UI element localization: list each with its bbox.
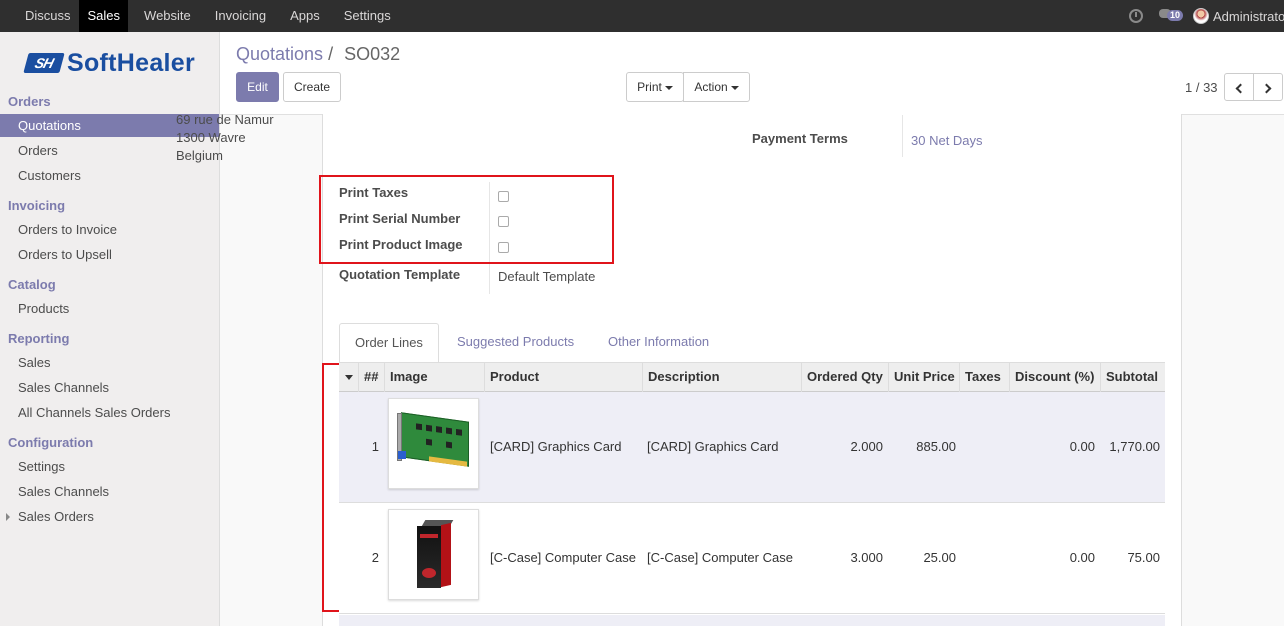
cell-unit-price: 885.00 [916, 439, 956, 454]
caret-down-icon [345, 375, 353, 380]
sidebar-section-reporting: Reporting [8, 331, 70, 346]
expand-caret-icon [6, 513, 10, 521]
sidebar-item-sales-orders-label: Sales Orders [18, 509, 94, 524]
tab-order-lines[interactable]: Order Lines [339, 323, 439, 363]
chat-icon[interactable]: 10 [1159, 8, 1189, 24]
partner-address-country: Belgium [176, 148, 223, 163]
tab-other-information[interactable]: Other Information [593, 323, 724, 363]
sidebar-item-customers[interactable]: Customers [0, 164, 219, 187]
col-ordered-qty[interactable]: Ordered Qty [802, 363, 889, 392]
sidebar-item-sales[interactable]: Sales [0, 351, 219, 374]
sidebar-item-orders-to-upsell[interactable]: Orders to Upsell [0, 243, 219, 266]
table-row[interactable]: 2 [C-Case] Computer Case [C-Case] Comput… [339, 503, 1165, 614]
user-menu[interactable]: Administrator [1213, 9, 1284, 24]
user-avatar[interactable] [1193, 8, 1209, 24]
pager-previous-button[interactable] [1224, 73, 1254, 101]
menu-website[interactable]: Website [135, 0, 199, 32]
col-image[interactable]: Image [385, 363, 485, 392]
payment-terms-label: Payment Terms [752, 131, 848, 146]
cell-description: [C-Case] Computer Case [647, 550, 793, 565]
product-image [388, 509, 479, 600]
cell-discount: 0.00 [1069, 439, 1095, 454]
col-discount[interactable]: Discount (%) [1010, 363, 1101, 392]
app-menu: Discuss Sales Website Invoicing Apps Set… [0, 0, 399, 32]
action-dropdown[interactable]: Action [683, 72, 750, 102]
order-lines-header: ## Image Product Description Ordered Qty… [339, 362, 1165, 392]
sidebar-section-catalog: Catalog [8, 277, 56, 292]
tab-suggested-products[interactable]: Suggested Products [442, 323, 589, 363]
sidebar-item-settings[interactable]: Settings [0, 455, 219, 478]
cell-product: [C-Case] Computer Case [490, 550, 636, 565]
cell-unit-price: 25.00 [923, 550, 956, 565]
pager-next-button[interactable] [1253, 73, 1283, 101]
chevron-left-icon [1235, 83, 1246, 94]
payment-terms-value[interactable]: 30 Net Days [911, 133, 983, 148]
product-image [388, 398, 479, 489]
col-subtotal[interactable]: Subtotal [1101, 363, 1165, 392]
cell-taxes [960, 392, 1010, 502]
col-unit-price[interactable]: Unit Price [889, 363, 960, 392]
logo-text: SoftHealer [67, 48, 196, 77]
highlight-print-options [319, 175, 614, 264]
col-seq[interactable]: ## [359, 363, 385, 392]
menu-apps[interactable]: Apps [281, 0, 328, 32]
logo-mark: SH [23, 53, 65, 73]
edit-button[interactable]: Edit [236, 72, 279, 102]
partner-address-street: 69 rue de Namur [176, 112, 274, 127]
breadcrumb: Quotations / SO032 [236, 44, 400, 65]
menu-sales[interactable]: Sales [78, 0, 129, 32]
top-navbar: Discuss Sales Website Invoicing Apps Set… [0, 0, 1284, 32]
table-row[interactable]: 1 [CARD] Graphics Card [CARD] Graphics C… [339, 392, 1165, 503]
cell-discount: 0.00 [1069, 550, 1095, 565]
sort-handle-header[interactable] [339, 363, 359, 392]
cell-subtotal: 75.00 [1127, 550, 1160, 565]
cell-ordered-qty: 2.000 [850, 439, 883, 454]
menu-invoicing[interactable]: Invoicing [206, 0, 274, 32]
cell-ordered-qty: 3.000 [850, 550, 883, 565]
chevron-right-icon [1261, 83, 1272, 94]
chat-count-badge: 10 [1167, 10, 1184, 21]
sidebar-section-orders: Orders [8, 94, 51, 109]
field-separator [902, 115, 903, 157]
activity-clock-icon[interactable] [1129, 9, 1143, 23]
cell-subtotal: 1,770.00 [1109, 439, 1160, 454]
cell-seq: 2 [371, 550, 379, 565]
create-button[interactable]: Create [283, 72, 341, 102]
sidebar-item-products[interactable]: Products [0, 297, 219, 320]
company-logo[interactable]: SH SoftHealer [23, 48, 196, 77]
quotation-template-value[interactable]: Default Template [498, 269, 595, 284]
table-footer [339, 615, 1165, 626]
cell-product: [CARD] Graphics Card [490, 439, 622, 454]
breadcrumb-separator: / [328, 44, 334, 64]
sidebar-item-sales-channels[interactable]: Sales Channels [0, 376, 219, 399]
cell-taxes [960, 503, 1010, 613]
sidebar-item-orders-to-invoice[interactable]: Orders to Invoice [0, 218, 219, 241]
caret-down-icon [730, 85, 739, 90]
col-taxes[interactable]: Taxes [960, 363, 1010, 392]
caret-down-icon [664, 85, 673, 90]
sidebar-section-invoicing: Invoicing [8, 198, 66, 213]
sidebar-item-config-sales-channels[interactable]: Sales Channels [0, 480, 219, 503]
menu-discuss[interactable]: Discuss [16, 0, 79, 32]
sidebar-section-configuration: Configuration [8, 435, 94, 450]
sidebar-item-all-channels-sales-orders[interactable]: All Channels Sales Orders [0, 401, 219, 424]
col-description[interactable]: Description [643, 363, 802, 392]
partner-address-city: 1300 Wavre [176, 130, 246, 145]
action-label: Action [694, 80, 728, 94]
sidebar-item-sales-orders[interactable]: Sales Orders [0, 505, 219, 528]
print-label: Print [637, 80, 662, 94]
print-dropdown[interactable]: Print [626, 72, 684, 102]
col-product[interactable]: Product [485, 363, 643, 392]
breadcrumb-current: SO032 [344, 44, 401, 64]
quotation-template-label: Quotation Template [339, 267, 461, 282]
systray: 10 Administrator [1129, 0, 1284, 32]
cell-description: [CARD] Graphics Card [647, 439, 779, 454]
breadcrumb-quotations[interactable]: Quotations [236, 44, 323, 64]
pager-value[interactable]: 1 / 33 [1185, 80, 1218, 95]
cell-seq: 1 [371, 439, 379, 454]
menu-settings[interactable]: Settings [335, 0, 399, 32]
